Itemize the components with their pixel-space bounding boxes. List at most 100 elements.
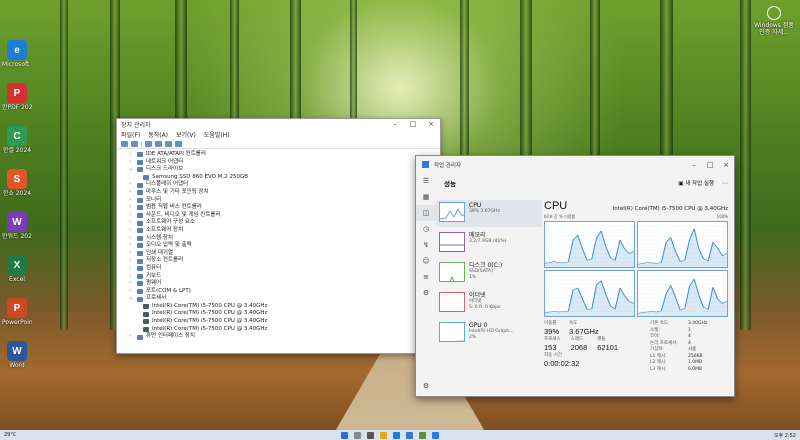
task-manager-window[interactable]: 작업 관리자 – □ × ☰ ▦ ◫ ◷ ↯ ☺ ≡ ⚙ ⚙ 성능 ▣ 새 작업… — [415, 155, 735, 397]
desktop-icon[interactable]: P한PDF 2024 — [2, 83, 32, 111]
perf-item-gpu[interactable]: GPU 0 Intel(R) HD Graph... 2% — [436, 320, 542, 347]
store-icon[interactable] — [406, 431, 413, 439]
app-icon[interactable] — [419, 431, 426, 439]
processes-icon[interactable]: ▦ — [416, 189, 436, 205]
chevron-right-icon[interactable]: › — [129, 250, 137, 258]
search-icon[interactable] — [354, 431, 361, 439]
help-icon[interactable] — [155, 140, 162, 147]
maximize-button[interactable]: □ — [404, 120, 422, 128]
device-icon — [137, 334, 143, 340]
task-view-icon[interactable] — [367, 431, 374, 439]
device-manager-window[interactable]: 장치 관리자 – □ × 파일(F) 동작(A) 보기(V) 도움말(H) › IDE … — [116, 118, 441, 354]
perf-item-mem[interactable]: 메모리 3.2/7.9GB (41%) — [436, 230, 542, 257]
perf-item-disk[interactable]: 디스크 0(C:) SSD(SATA) 1% — [436, 260, 542, 287]
services-icon[interactable]: ⚙ — [416, 285, 436, 301]
chevron-right-icon[interactable]: › — [129, 280, 137, 288]
chevron-right-icon[interactable]: › — [129, 219, 137, 227]
chevron-right-icon[interactable]: › — [129, 151, 137, 159]
desktop-icon[interactable]: S 한쇼 2024 — [2, 169, 32, 197]
chevron-right-icon[interactable]: › — [129, 333, 137, 341]
device-label: 디스플레이 어댑터 — [146, 181, 189, 188]
app-history-icon[interactable]: ◷ — [416, 221, 436, 237]
device-item[interactable]: Intel(R) Core(TM) i5-7500 CPU @ 3.40GHz — [129, 318, 440, 326]
edge-icon[interactable] — [393, 431, 400, 439]
cpu-core-graph — [544, 270, 635, 317]
device-category[interactable]: › 휴먼 인터페이스 장치 — [129, 333, 440, 341]
hamburger-menu-icon[interactable]: ☰ — [416, 173, 436, 189]
minimize-button[interactable]: – — [686, 161, 702, 169]
activation-notice[interactable]: Windows 정품 인증 자세... — [754, 6, 794, 36]
chevron-right-icon[interactable]: › — [129, 235, 137, 243]
menu-item[interactable]: 동작(A) — [148, 130, 168, 139]
desktop-icon[interactable]: W한워드 2024 — [2, 212, 32, 240]
device-category[interactable]: › 디스플레이 어댑터 — [129, 181, 440, 189]
settings-icon[interactable]: ⚙ — [416, 378, 436, 394]
weather-widget[interactable]: 29°C — [0, 432, 40, 438]
file-explorer-icon[interactable] — [380, 431, 387, 439]
device-category[interactable]: › 컴퓨터 — [129, 265, 440, 273]
device-category[interactable]: › 포트(COM & LPT) — [129, 288, 440, 296]
device-category[interactable]: ⌄ 디스크 드라이브 — [129, 166, 440, 174]
device-category[interactable]: › IDE ATA/ATAPI 컨트롤러 — [129, 151, 440, 159]
desktop-icon[interactable]: C 한셀 2024 — [2, 126, 32, 154]
device-manager-menubar: 파일(F) 동작(A) 보기(V) 도움말(H) — [117, 129, 440, 139]
details-icon[interactable]: ≡ — [416, 269, 436, 285]
device-category[interactable]: › 시스템 장치 — [129, 235, 440, 243]
device-category[interactable]: › 소프트웨어 구성 요소 — [129, 219, 440, 227]
back-icon[interactable] — [121, 140, 128, 147]
perf-item-cpu[interactable]: CPU 39% 3.67GHz — [436, 200, 542, 227]
chevron-right-icon[interactable]: › — [129, 189, 137, 197]
chevron-right-icon[interactable]: › — [129, 288, 137, 296]
forward-icon[interactable] — [131, 140, 138, 147]
device-item[interactable]: Intel(R) Core(TM) i5-7500 CPU @ 3.40GHz — [129, 310, 440, 318]
chevron-right-icon[interactable]: › — [129, 265, 137, 273]
chevron-right-icon[interactable]: › — [129, 273, 137, 281]
spec-row: L3 캐시: 6.0MB — [650, 367, 728, 374]
desktop-icon[interactable]: eMicrosoft Edge — [2, 40, 32, 68]
device-category[interactable]: ⌄ 프로세서 — [129, 295, 440, 303]
task-manager-taskbar-icon[interactable] — [432, 431, 439, 439]
menu-item[interactable]: 보기(V) — [176, 130, 196, 139]
chevron-right-icon[interactable]: › — [129, 227, 137, 235]
chevron-right-icon[interactable]: › — [129, 197, 137, 205]
performance-icon[interactable]: ◫ — [416, 205, 436, 221]
more-options-icon[interactable]: ⋯ — [722, 180, 728, 187]
close-button[interactable]: × — [422, 120, 440, 128]
cpu-area — [638, 228, 727, 267]
device-manager-titlebar[interactable]: 장치 관리자 – □ × — [117, 119, 440, 129]
chevron-right-icon[interactable]: › — [129, 159, 137, 167]
chevron-right-icon[interactable]: › — [129, 204, 137, 212]
device-category[interactable]: › 펌웨어 — [129, 280, 440, 288]
properties-icon[interactable] — [145, 140, 152, 147]
device-category[interactable]: › 저장소 컨트롤러 — [129, 257, 440, 265]
close-button[interactable]: × — [718, 161, 734, 169]
startup-apps-icon[interactable]: ↯ — [416, 237, 436, 253]
device-category[interactable]: › 키보드 — [129, 273, 440, 281]
desktop-icon[interactable]: W Word — [2, 341, 32, 369]
desktop-icon[interactable]: P PowerPoint — [2, 298, 32, 326]
chevron-right-icon[interactable]: › — [129, 181, 137, 189]
chevron-right-icon[interactable]: › — [129, 257, 137, 265]
task-manager-titlebar[interactable]: 작업 관리자 – □ × — [416, 156, 734, 173]
run-new-task-button[interactable]: ▣ 새 작업 실행 — [678, 179, 714, 187]
chevron-down-icon[interactable]: ⌄ — [129, 166, 137, 174]
start-icon[interactable] — [341, 431, 348, 439]
scan-icon[interactable] — [165, 140, 172, 147]
chevron-right-icon[interactable]: › — [129, 212, 137, 220]
device-item[interactable]: Intel(R) Core(TM) i5-7500 CPU @ 3.40GHz — [129, 303, 440, 311]
chevron-right-icon[interactable]: › — [129, 242, 137, 250]
users-icon[interactable]: ☺ — [416, 253, 436, 269]
menu-item[interactable]: 파일(F) — [121, 130, 140, 139]
minimize-button[interactable]: – — [386, 120, 404, 128]
device-category[interactable]: › 소프트웨어 장치 — [129, 227, 440, 235]
monitor-icon[interactable] — [175, 140, 182, 147]
maximize-button[interactable]: □ — [702, 161, 718, 169]
device-category[interactable]: › 범용 직렬 버스 컨트롤러 — [129, 204, 440, 212]
desktop-icon[interactable]: X Excel — [2, 255, 32, 283]
device-category[interactable]: › 오디오 입력 및 출력 — [129, 242, 440, 250]
system-clock[interactable]: 오후 2:52 — [740, 432, 800, 439]
perf-item-net[interactable]: 이더넷 이더넷 S: 0 R: 0 Kbps — [436, 290, 542, 317]
device-category[interactable]: › 마우스 및 기타 포인팅 장치 — [129, 189, 440, 197]
menu-item[interactable]: 도움말(H) — [204, 130, 230, 139]
chevron-down-icon[interactable]: ⌄ — [129, 295, 137, 303]
